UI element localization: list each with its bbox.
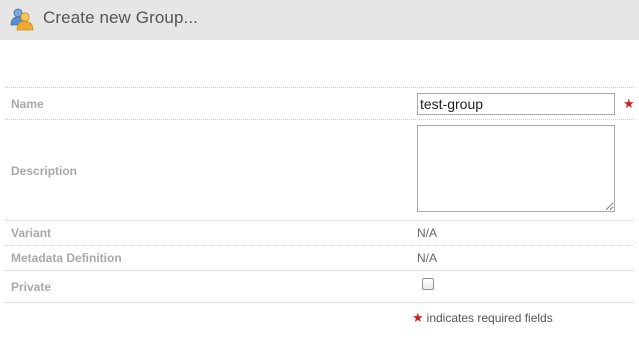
- name-input[interactable]: [417, 93, 615, 115]
- required-star-icon: ★: [412, 310, 424, 325]
- form-row-variant: Variant N/A: [5, 221, 634, 246]
- metadata-definition-label: Metadata Definition: [11, 251, 122, 265]
- private-checkbox[interactable]: [422, 278, 434, 290]
- form-row-name: Name ★: [5, 87, 635, 120]
- required-star-icon: ★: [623, 96, 635, 111]
- metadata-definition-value: N/A: [417, 251, 438, 265]
- group-users-icon: [10, 7, 34, 31]
- description-label: Description: [11, 164, 78, 178]
- form-row-metadata-definition: Metadata Definition N/A: [5, 246, 634, 271]
- required-fields-note: ★ indicates required fields: [412, 310, 553, 326]
- page-title: Create new Group...: [43, 8, 198, 27]
- name-label: Name: [11, 97, 44, 111]
- variant-value: N/A: [417, 226, 438, 240]
- page-header: Create new Group...: [0, 0, 639, 40]
- description-textarea[interactable]: [417, 125, 615, 212]
- required-note-text: indicates required fields: [426, 311, 553, 325]
- variant-label: Variant: [11, 226, 52, 240]
- form-row-description: Description: [5, 120, 634, 221]
- private-label: Private: [11, 280, 52, 294]
- form-row-private: Private: [5, 271, 634, 303]
